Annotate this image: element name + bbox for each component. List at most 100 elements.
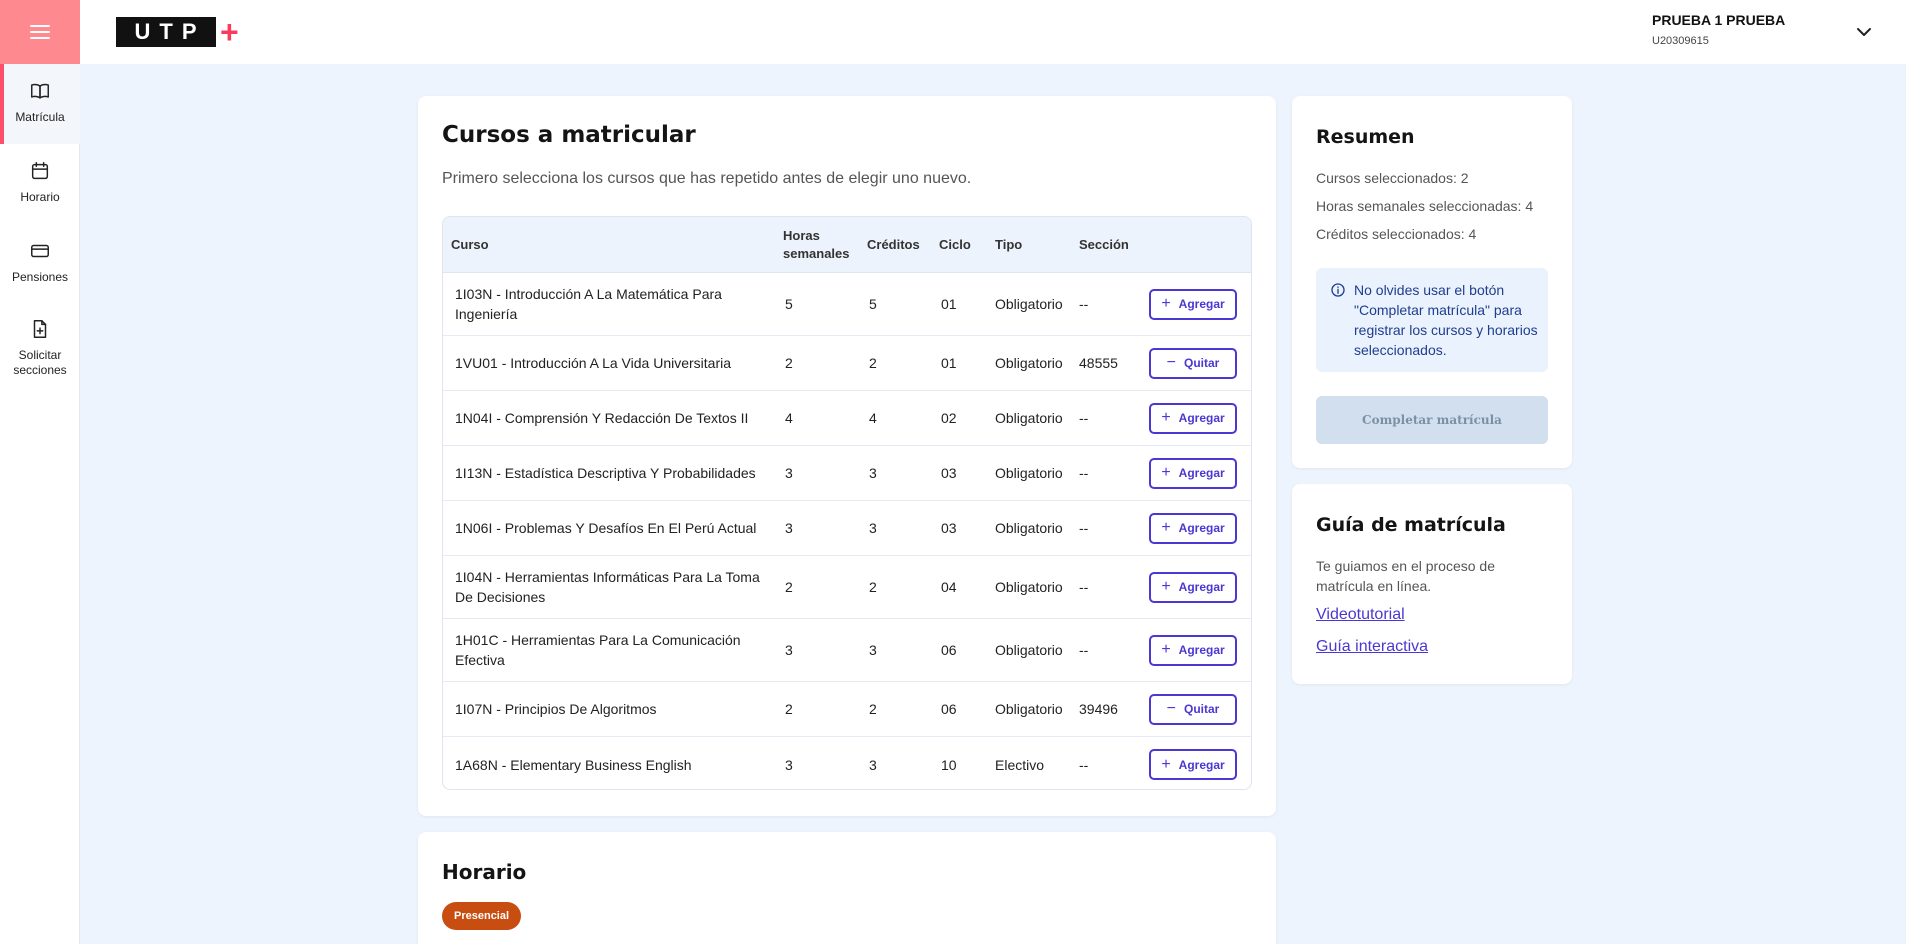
course-hours: 2: [785, 579, 793, 595]
plus-icon: +: [1161, 464, 1171, 481]
resumen-title: Resumen: [1316, 126, 1415, 148]
course-section: --: [1079, 756, 1089, 773]
button-label: Agregar: [1178, 411, 1225, 425]
course-hours: 3: [785, 465, 793, 481]
button-label: Quitar: [1184, 702, 1220, 716]
course-type: Obligatorio: [995, 701, 1063, 717]
table-header: Curso Horas semanales Créditos Ciclo Tip…: [443, 217, 1251, 273]
table-row: 1I13N - Estadística Descriptiva Y Probab…: [443, 446, 1251, 501]
course-type: Obligatorio: [995, 642, 1063, 658]
horario-title: Horario: [442, 860, 527, 884]
sidebar-item-horario[interactable]: Horario: [0, 144, 80, 224]
sidebar: Matrícula Horario Pensiones Solicitar se…: [0, 0, 80, 944]
top-header: UTP + PRUEBA 1 PRUEBA U20309615: [80, 0, 1906, 64]
button-label: Agregar: [1178, 297, 1225, 311]
column-header-seccion: Sección: [1079, 237, 1129, 252]
add-course-button[interactable]: + Agregar: [1149, 749, 1237, 780]
course-name: 1I13N - Estadística Descriptiva Y Probab…: [455, 465, 756, 481]
button-label: Quitar: [1184, 356, 1220, 370]
course-name: 1I04N - Herramientas Informáticas Para L…: [455, 569, 760, 605]
guia-title: Guía de matrícula: [1316, 514, 1506, 536]
info-notice: No olvides usar el botón "Completar matr…: [1316, 268, 1548, 372]
button-label: Agregar: [1178, 757, 1225, 772]
table-row: 1I07N - Principios De Algoritmos 2 2 06 …: [443, 682, 1251, 737]
plus-icon: +: [1161, 519, 1171, 536]
table-row: 1I03N - Introducción A La Matemática Par…: [443, 273, 1251, 336]
add-course-button[interactable]: + Agregar: [1149, 571, 1237, 603]
column-header-tipo: Tipo: [995, 237, 1023, 252]
horario-card: Horario Presencial: [418, 832, 1276, 944]
course-hours: 4: [785, 410, 793, 426]
chevron-down-icon[interactable]: [1852, 20, 1876, 44]
button-label: Agregar: [1178, 643, 1225, 657]
calendar-icon: [31, 162, 49, 180]
plus-icon: +: [1161, 295, 1171, 312]
course-credits: 2: [869, 701, 877, 717]
logo-plus: +: [220, 14, 239, 50]
course-cycle: 01: [941, 355, 957, 371]
sidebar-item-label: Pensiones: [11, 270, 69, 284]
course-type: Obligatorio: [995, 520, 1063, 536]
course-type: Obligatorio: [995, 355, 1063, 371]
course-credits: 2: [869, 355, 877, 371]
remove-course-button[interactable]: − Quitar: [1149, 693, 1237, 725]
selected-hours-count: Horas semanales seleccionadas: 4: [1316, 198, 1534, 214]
add-course-button[interactable]: + Agregar: [1149, 402, 1237, 434]
sidebar-item-matricula[interactable]: Matrícula: [0, 64, 80, 144]
sidebar-item-label: Matrícula: [15, 110, 65, 124]
plus-icon: +: [1161, 641, 1171, 658]
add-course-button[interactable]: + Agregar: [1149, 634, 1237, 666]
table-row: 1VU01 - Introducción A La Vida Universit…: [443, 336, 1251, 391]
user-info[interactable]: PRUEBA 1 PRUEBA U20309615: [1652, 12, 1785, 47]
course-cycle: 03: [941, 520, 957, 536]
remove-course-button[interactable]: − Quitar: [1149, 347, 1237, 379]
complete-enrollment-button[interactable]: Completar matrícula: [1316, 396, 1548, 444]
guia-description: Te guiamos en el proceso de matrícula en…: [1316, 558, 1495, 594]
column-header-creditos: Créditos: [867, 237, 920, 252]
videotutorial-link[interactable]: Videotutorial: [1316, 606, 1405, 624]
course-hours: 3: [785, 642, 793, 658]
course-section: --: [1079, 296, 1089, 312]
add-course-button[interactable]: + Agregar: [1149, 288, 1237, 320]
course-hours: 3: [785, 520, 793, 536]
column-header-ciclo: Ciclo: [939, 237, 971, 252]
course-section: --: [1079, 642, 1089, 658]
add-course-button[interactable]: + Agregar: [1149, 457, 1237, 489]
info-text: No olvides usar el botón "Completar matr…: [1354, 282, 1538, 358]
minus-icon: −: [1166, 354, 1176, 371]
course-type: Electivo: [995, 756, 1045, 773]
add-course-button[interactable]: + Agregar: [1149, 512, 1237, 544]
course-name: 1I03N - Introducción A La Matemática Par…: [455, 286, 722, 322]
course-section: 39496: [1079, 701, 1118, 717]
course-section: --: [1079, 579, 1089, 595]
button-label: Agregar: [1178, 466, 1225, 480]
courses-subtitle: Primero selecciona los cursos que has re…: [442, 170, 972, 187]
course-section: --: [1079, 410, 1089, 426]
course-cycle: 02: [941, 410, 957, 426]
sidebar-item-pensiones[interactable]: Pensiones: [0, 224, 80, 302]
table-row: 1I04N - Herramientas Informáticas Para L…: [443, 556, 1251, 619]
book-icon: [31, 83, 49, 99]
utp-logo[interactable]: UTP +: [116, 14, 239, 50]
course-section: 48555: [1079, 355, 1118, 371]
course-hours: 2: [785, 355, 793, 371]
plus-icon: +: [1161, 578, 1171, 595]
button-label: Agregar: [1178, 521, 1225, 535]
user-code: U20309615: [1652, 35, 1709, 47]
sidebar-item-label: Solicitar secciones: [13, 348, 67, 377]
course-name: 1A68N - Elementary Business English: [455, 756, 692, 773]
course-type: Obligatorio: [995, 465, 1063, 481]
hamburger-menu-button[interactable]: [0, 0, 80, 64]
sidebar-item-solicitar-secciones[interactable]: Solicitar secciones: [0, 302, 80, 402]
course-hours: 5: [785, 296, 793, 312]
course-cycle: 04: [941, 579, 957, 595]
modality-badge: Presencial: [442, 902, 522, 930]
course-credits: 3: [869, 756, 877, 773]
course-credits: 4: [869, 410, 877, 426]
course-name: 1N04I - Comprensión Y Redacción De Texto…: [455, 410, 749, 426]
guia-interactiva-link[interactable]: Guía interactiva: [1316, 638, 1428, 656]
course-credits: 2: [869, 579, 877, 595]
column-header-curso: Curso: [451, 236, 489, 252]
course-type: Obligatorio: [995, 579, 1063, 595]
guia-card: Guía de matrícula Te guiamos en el proce…: [1292, 484, 1572, 684]
